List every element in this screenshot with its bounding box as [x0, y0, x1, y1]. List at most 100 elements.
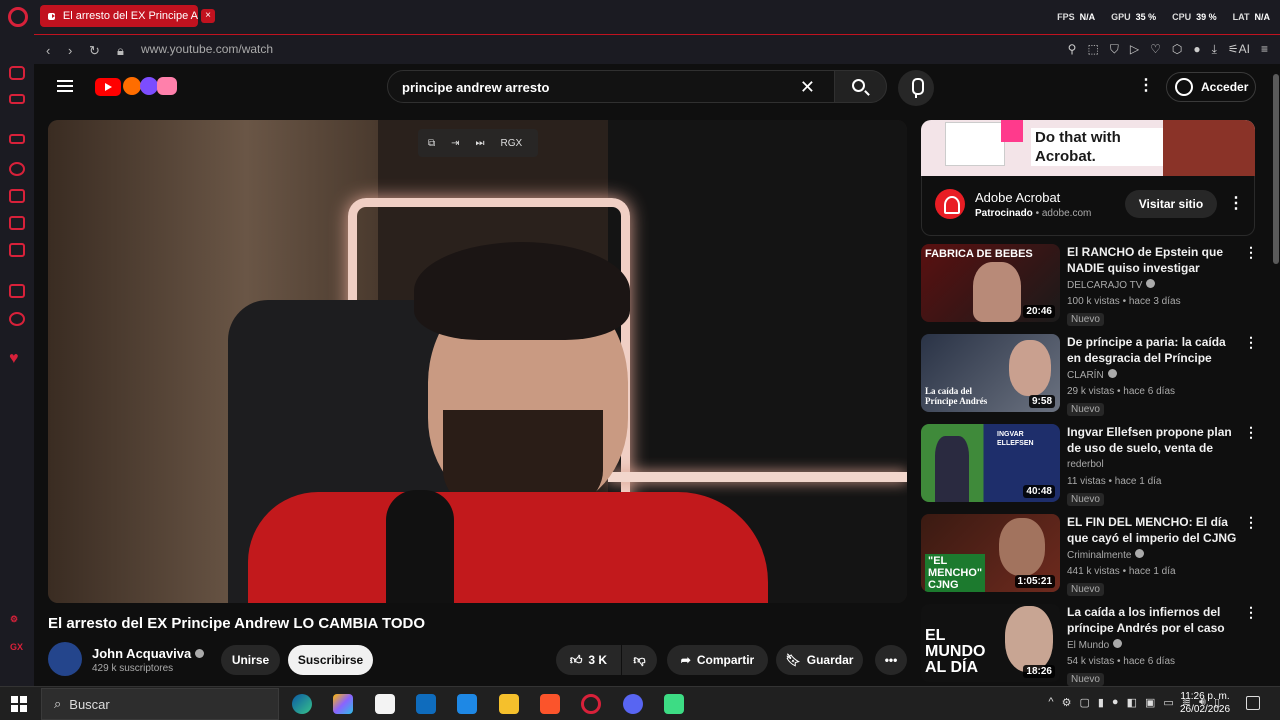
recommendation-title[interactable]: De príncipe a paria: la caída en desgrac…	[1067, 334, 1237, 368]
favorites-heart-icon[interactable]: ♥	[9, 350, 19, 368]
tray-app-icon[interactable]: ▮	[1098, 696, 1104, 709]
voice-search-button[interactable]	[898, 70, 934, 106]
channel-name-link[interactable]: John Acquaviva	[92, 646, 205, 661]
settings-icon[interactable]: ⚙	[10, 614, 18, 625]
exit-icon[interactable]: ⇥	[451, 138, 459, 149]
recommendation-item[interactable]: La caída del Príncipe Andrés 9:58 De prí…	[921, 334, 1271, 416]
clear-search-icon[interactable]: ✕	[800, 77, 815, 98]
browser-tab-active[interactable]: El arresto del EX Principe A	[40, 5, 198, 27]
shield-icon[interactable]: ⛉	[1110, 42, 1119, 57]
brave-icon[interactable]	[540, 694, 560, 714]
snapshot-icon[interactable]: ⬚	[1087, 42, 1098, 57]
tray-app-icon[interactable]: ●	[1112, 696, 1119, 709]
like-button[interactable]: 👍︎ 3 K	[556, 645, 621, 675]
sign-in-button[interactable]: Acceder	[1166, 72, 1256, 102]
doodle-icon[interactable]	[123, 77, 141, 95]
settings-more-icon[interactable]: ⋮	[1138, 78, 1154, 94]
url-field[interactable]: www.youtube.com/watch	[141, 42, 273, 56]
recommendation-item[interactable]: EL MUNDO AL DÍA 18:26 La caída a los inf…	[921, 604, 1271, 686]
pip-icon[interactable]: ⧉	[428, 138, 435, 149]
profile-icon[interactable]: ●	[1193, 42, 1200, 57]
taskbar-search-box[interactable]: ⌕ Buscar	[41, 688, 279, 720]
windows-start-icon[interactable]	[11, 696, 27, 712]
search-button[interactable]	[834, 70, 887, 103]
search-input[interactable]: principe andrew arresto ✕	[387, 70, 886, 103]
share-button[interactable]: ➦ Compartir	[667, 645, 768, 675]
download-icon[interactable]: ⤓	[1212, 42, 1217, 57]
visit-site-button[interactable]: Visitar sitio	[1125, 190, 1217, 218]
gamepad-icon[interactable]	[9, 94, 25, 104]
reload-icon[interactable]: ↻	[89, 43, 100, 59]
recommendation-more-icon[interactable]: ⋮	[1244, 514, 1258, 531]
gx-cleaner-icon[interactable]	[9, 162, 25, 176]
hot-tabs-killer-icon[interactable]	[9, 216, 25, 230]
ad-banner-image[interactable]: Do that with Acrobat.	[921, 120, 1255, 176]
gx-corner-icon[interactable]	[9, 189, 25, 203]
dislike-button[interactable]: 👎︎	[622, 645, 657, 675]
recommendation-title[interactable]: EL FIN DEL MENCHO: El día que cayó el im…	[1067, 514, 1237, 546]
rgx-button[interactable]: RGX	[501, 138, 523, 149]
back-icon[interactable]: ‹	[46, 43, 50, 58]
edge-icon[interactable]	[292, 694, 312, 714]
recommendation-title[interactable]: El RANCHO de Epstein que NADIE quiso inv…	[1067, 244, 1237, 276]
gx-control-icon[interactable]	[9, 134, 25, 144]
page-scrollbar[interactable]	[1272, 64, 1280, 686]
outlook-icon[interactable]	[416, 694, 436, 714]
easy-setup-icon[interactable]: ≡	[1261, 42, 1268, 57]
system-clock[interactable]: 11:26 p. m. 26/02/2026	[1180, 690, 1230, 716]
recommendation-channel[interactable]: DELCARAJO TV	[1067, 279, 1156, 291]
copilot-icon[interactable]	[333, 694, 353, 714]
android-app-icon[interactable]	[664, 694, 684, 714]
video-thumbnail[interactable]: La caída del Príncipe Andrés 9:58	[921, 334, 1060, 412]
extensions-icon[interactable]: ⬡	[1172, 42, 1182, 57]
twitch-icon[interactable]	[9, 284, 25, 298]
recommendation-item[interactable]: INGVAR ELLEFSEN 40:48 Ingvar Ellefsen pr…	[921, 424, 1271, 506]
adobe-acrobat-logo-icon[interactable]	[935, 189, 965, 219]
subscribe-button[interactable]: Suscribirse	[288, 645, 373, 675]
opera-gx-taskbar-icon[interactable]	[581, 694, 601, 714]
pin-icon[interactable]: ⚲	[1068, 42, 1077, 57]
recommendation-channel[interactable]: El Mundo	[1067, 639, 1123, 651]
recommendation-channel[interactable]: Criminalmente	[1067, 549, 1145, 561]
discord-icon[interactable]	[623, 694, 643, 714]
recommendation-item[interactable]: "EL MENCHO" CJNG 1:05:21 EL FIN DEL MENC…	[921, 514, 1271, 596]
file-explorer-icon[interactable]	[499, 694, 519, 714]
video-thumbnail[interactable]: INGVAR ELLEFSEN 40:48	[921, 424, 1060, 502]
recommendation-item[interactable]: FABRICA DE BEBES 20:46 El RANCHO de Epst…	[921, 244, 1271, 326]
tray-app-icon[interactable]: ▢	[1079, 696, 1089, 709]
store-icon[interactable]	[375, 694, 395, 714]
opera-gx-logo-icon[interactable]	[8, 7, 28, 27]
recommendation-channel[interactable]: CLARÍN	[1067, 369, 1117, 381]
tray-app-icon[interactable]: ⚙	[1062, 696, 1072, 709]
recommendation-more-icon[interactable]: ⋮	[1244, 604, 1258, 621]
tab-close-icon[interactable]: ×	[201, 9, 215, 23]
word-icon[interactable]	[457, 694, 477, 714]
recommendation-more-icon[interactable]: ⋮	[1244, 244, 1258, 261]
recommendation-more-icon[interactable]: ⋮	[1244, 424, 1258, 441]
video-thumbnail[interactable]: FABRICA DE BEBES 20:46	[921, 244, 1060, 322]
video-player[interactable]	[48, 120, 907, 603]
home-icon[interactable]	[9, 66, 25, 80]
ad-name[interactable]: Adobe Acrobat	[975, 190, 1060, 205]
save-button[interactable]: 🔖︎ Guardar	[776, 645, 863, 675]
send-icon[interactable]: ▷	[1130, 42, 1139, 57]
tray-app-icon[interactable]: ◧	[1127, 696, 1137, 709]
messenger-icon[interactable]	[9, 243, 25, 257]
channel-avatar[interactable]	[48, 642, 82, 676]
ai-button[interactable]: ⚟AI	[1228, 42, 1250, 57]
recommendation-more-icon[interactable]: ⋮	[1244, 334, 1258, 351]
video-thumbnail[interactable]: EL MUNDO AL DÍA 18:26	[921, 604, 1060, 682]
recommendation-channel[interactable]: rederbol	[1067, 459, 1104, 470]
recommendation-title[interactable]: Ingvar Ellefsen propone plan de uso de s…	[1067, 424, 1237, 458]
scrollbar-thumb[interactable]	[1273, 74, 1279, 264]
recommendation-title[interactable]: La caída a los infiernos del príncipe An…	[1067, 604, 1237, 638]
forward-icon[interactable]: ›	[68, 43, 72, 58]
tray-app-icon[interactable]: ▭	[1163, 696, 1173, 709]
skip-icon[interactable]: ⏭	[476, 138, 485, 149]
gx-label[interactable]: GX	[10, 642, 23, 652]
tray-expand-icon[interactable]: ^	[1048, 696, 1053, 709]
notification-icon[interactable]	[1246, 696, 1260, 710]
ad-more-icon[interactable]: ⋮	[1228, 196, 1244, 212]
whatsapp-icon[interactable]	[9, 312, 25, 326]
tray-app-icon[interactable]: ▣	[1145, 696, 1155, 709]
